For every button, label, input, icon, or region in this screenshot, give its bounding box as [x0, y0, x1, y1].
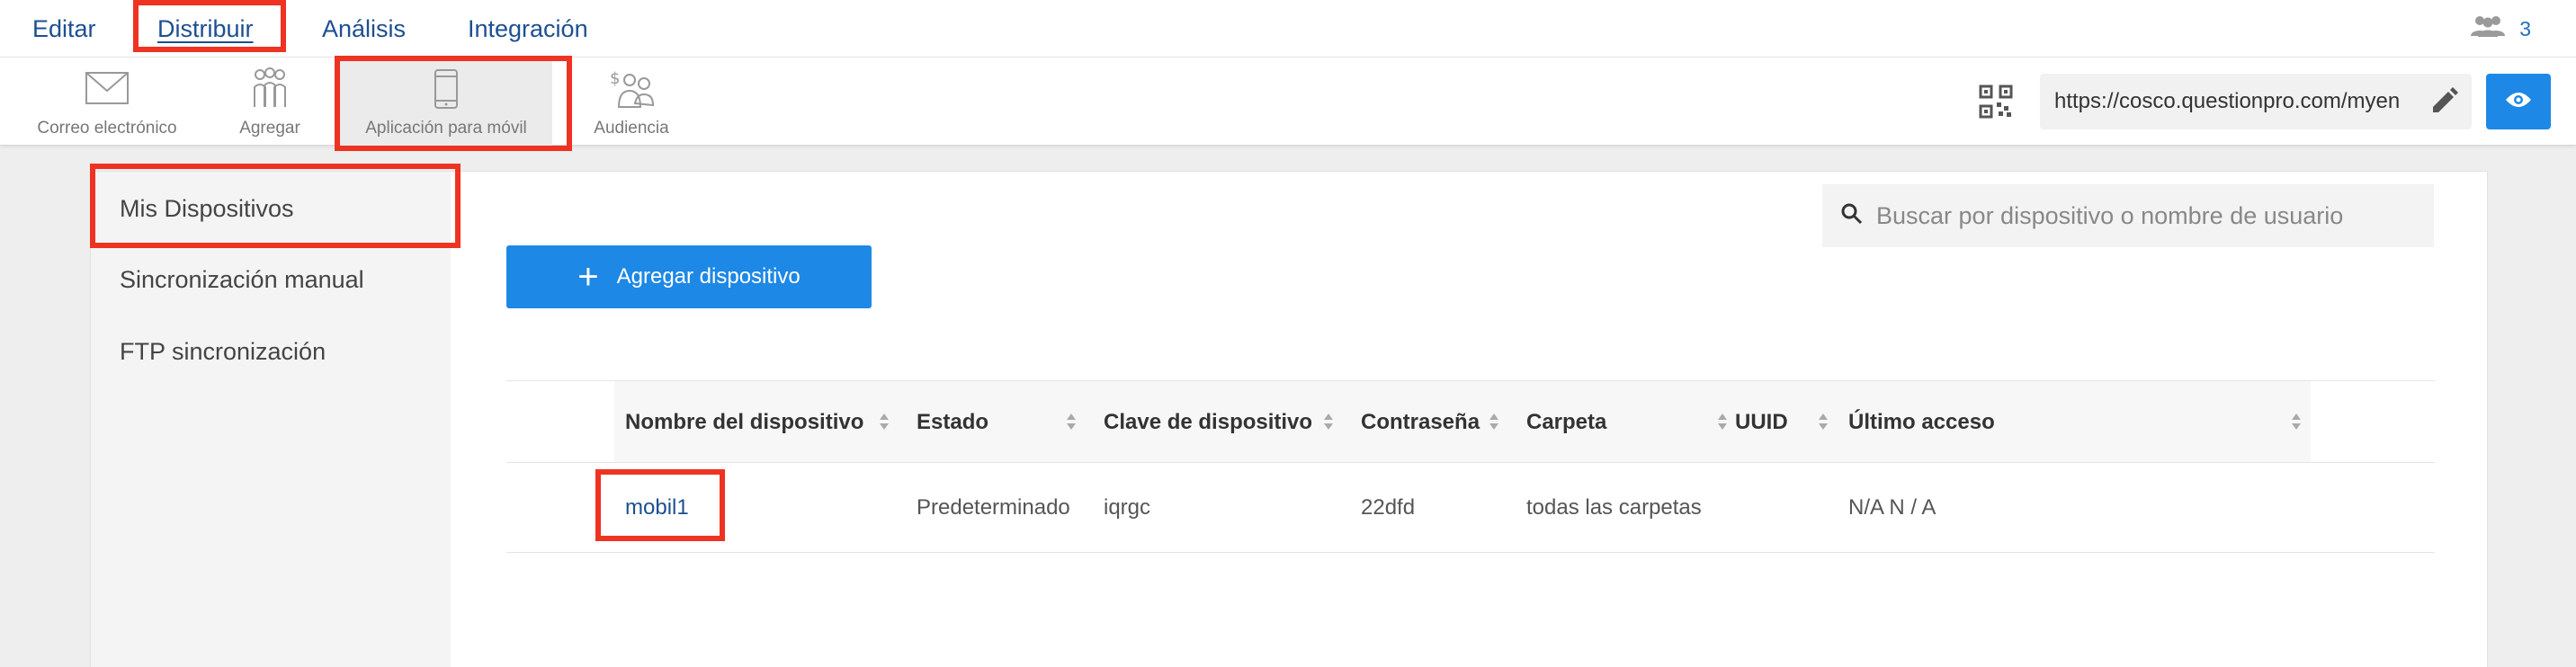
people-group-icon	[243, 65, 297, 113]
svg-text:$: $	[610, 69, 620, 88]
tab-analisis[interactable]: Análisis	[322, 11, 406, 47]
table-row: mobil1 Predeterminado iqrgc 22dfd todas …	[506, 463, 2435, 553]
main-panel: Mis Dispositivos Sincronización manual F…	[90, 171, 2488, 667]
user-count: 3	[2519, 16, 2531, 40]
qr-code-icon[interactable]	[1979, 84, 2013, 123]
sort-icon[interactable]	[1818, 412, 1829, 431]
devices-table: Nombre del dispositivo Estado Clave de d…	[506, 380, 2435, 553]
sidebar: Mis Dispositivos Sincronización manual F…	[91, 172, 451, 667]
sort-icon[interactable]	[879, 412, 890, 431]
audience-icon: $	[604, 65, 658, 113]
device-last-access: N/A N / A	[1848, 495, 1936, 520]
sidebar-item-manual-sync[interactable]: Sincronización manual	[120, 266, 364, 294]
mobile-phone-icon	[419, 65, 473, 113]
sort-icon[interactable]	[2291, 412, 2302, 431]
column-device-name[interactable]: Nombre del dispositivo	[625, 381, 863, 464]
add-device-button[interactable]: + Agregar dispositivo	[506, 245, 872, 308]
device-password: 22dfd	[1361, 495, 1416, 520]
device-key: iqrgc	[1104, 495, 1151, 520]
toolbar-mobile-app[interactable]: Aplicación para móvil	[340, 58, 552, 146]
sort-icon[interactable]	[1489, 412, 1499, 431]
column-status[interactable]: Estado	[917, 381, 988, 464]
sort-icon[interactable]	[1323, 412, 1334, 431]
search-input[interactable]: Buscar por dispositivo o nombre de usuar…	[1876, 202, 2343, 230]
sort-icon[interactable]	[1066, 412, 1077, 431]
plus-icon: +	[577, 257, 599, 297]
device-folder: todas las carpetas	[1526, 495, 1702, 520]
column-folder[interactable]: Carpeta	[1526, 381, 1606, 464]
toolbar-audience[interactable]: $ Audiencia	[585, 58, 678, 146]
tab-distribuir[interactable]: Distribuir	[157, 11, 254, 47]
column-password[interactable]: Contraseña	[1361, 381, 1480, 464]
sidebar-item-my-devices[interactable]: Mis Dispositivos	[120, 195, 294, 223]
tab-editar[interactable]: Editar	[32, 11, 96, 47]
sidebar-item-ftp-sync[interactable]: FTP sincronización	[120, 338, 326, 366]
sort-icon[interactable]	[1717, 412, 1728, 431]
survey-url-field[interactable]: https://cosco.questionpro.com/myen	[2040, 74, 2472, 129]
pencil-icon[interactable]	[2428, 86, 2459, 121]
toolbar-email[interactable]: Correo electrónico	[27, 58, 187, 146]
survey-url-text[interactable]: https://cosco.questionpro.com/myen	[2054, 89, 2405, 114]
device-name-link[interactable]: mobil1	[625, 463, 689, 553]
device-status: Predeterminado	[917, 495, 1070, 520]
envelope-icon	[80, 65, 134, 113]
table-header: Nombre del dispositivo Estado Clave de d…	[506, 380, 2435, 463]
collaborators-indicator[interactable]: 3	[2469, 14, 2531, 43]
column-last-access[interactable]: Último acceso	[1848, 381, 1995, 464]
users-icon	[2469, 14, 2507, 43]
column-device-key[interactable]: Clave de dispositivo	[1104, 381, 1312, 464]
column-uuid[interactable]: UUID	[1735, 381, 1788, 464]
tab-integracion[interactable]: Integración	[468, 11, 588, 47]
top-nav: Editar Distribuir Análisis Integración 3	[0, 0, 2576, 58]
distribution-toolbar: Correo electrónico Agregar Aplicación pa…	[0, 58, 2576, 146]
eye-icon	[2505, 91, 2532, 113]
preview-button[interactable]	[2486, 74, 2551, 129]
toolbar-add[interactable]: Agregar	[229, 58, 310, 146]
search-box[interactable]: Buscar por dispositivo o nombre de usuar…	[1822, 184, 2434, 247]
search-icon	[1840, 202, 1864, 230]
